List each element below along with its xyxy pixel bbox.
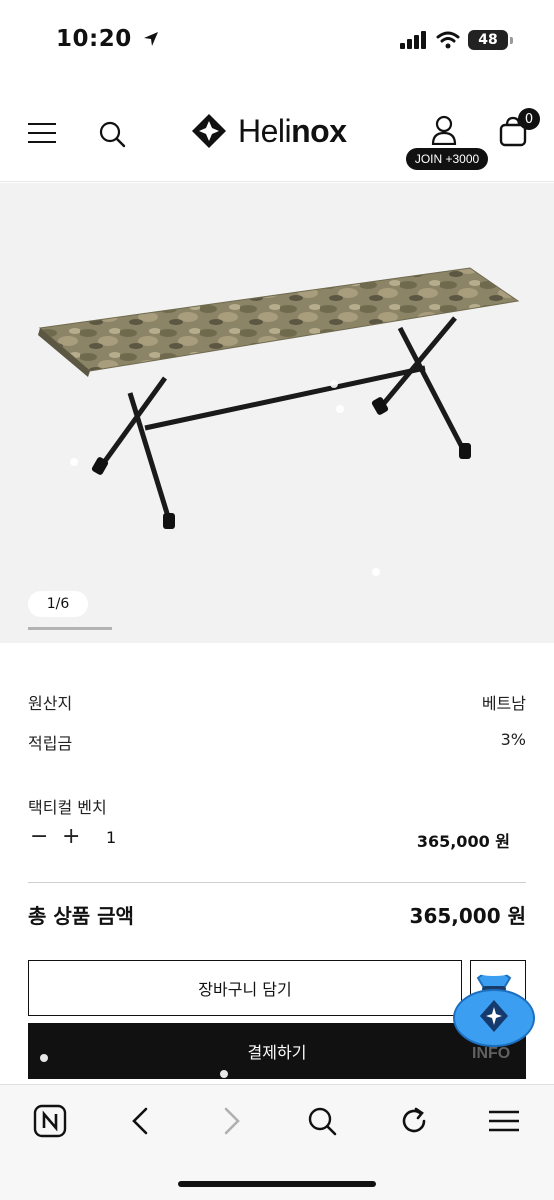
search-icon (99, 121, 126, 148)
user-icon (431, 115, 457, 145)
brand-name-bold: nox (291, 112, 347, 149)
battery-level: 48 (478, 32, 498, 48)
gallery-page-text: 1/6 (46, 596, 70, 612)
status-time-text: 10:20 (56, 26, 132, 52)
quantity-increase-button[interactable]: + (62, 826, 80, 848)
join-badge[interactable]: JOIN +3000 (406, 148, 488, 170)
money-bag-icon (453, 966, 535, 1047)
browser-search-button[interactable] (302, 1101, 342, 1141)
refresh-icon (402, 1107, 426, 1133)
option-price: 365,000 원 (416, 832, 510, 851)
brand-logo[interactable]: Helinox (190, 112, 347, 150)
total-value: 365,000 원 (409, 904, 526, 928)
forward-button[interactable] (212, 1101, 252, 1141)
status-time: 10:20 (56, 26, 160, 52)
total-label: 총 상품 금액 (28, 904, 134, 928)
refresh-button[interactable] (394, 1101, 434, 1141)
snow-dot (220, 1070, 228, 1078)
battery-indicator: 48 (468, 30, 513, 50)
snow-dot (40, 1054, 48, 1062)
section-divider (28, 882, 526, 883)
origin-row: 원산지 베트남 (28, 690, 526, 714)
snow-dot (336, 405, 344, 413)
snow-dot (372, 568, 380, 576)
option-name: 택티컬 벤치 (28, 798, 107, 817)
home-indicator[interactable] (178, 1181, 376, 1187)
gallery-page-indicator: 1/6 (28, 591, 88, 617)
naver-n-icon (33, 1104, 67, 1138)
menu-button[interactable] (26, 118, 58, 148)
quantity-decrease-button[interactable]: − (30, 826, 48, 848)
menu-icon (28, 123, 56, 143)
gallery-progress-fill (28, 627, 112, 630)
quantity-value[interactable]: 1 (106, 828, 116, 847)
menu-icon (489, 1110, 519, 1132)
snow-dot (70, 458, 78, 466)
info-label[interactable]: INFO (472, 1045, 510, 1063)
wifi-icon (436, 31, 460, 49)
gallery-progress-track (28, 627, 112, 630)
site-header: Helinox JOIN +3000 (0, 84, 554, 182)
add-to-cart-label: 장바구니 담기 (198, 980, 292, 999)
status-icons: 48 (400, 30, 513, 50)
origin-label: 원산지 (28, 694, 73, 713)
status-bar: 10:20 48 (0, 0, 554, 84)
search-button[interactable] (96, 118, 128, 150)
back-arrow-icon (132, 1107, 148, 1135)
quantity-stepper: − + 1 365,000 원 (28, 826, 526, 852)
cart-count-badge: 0 (518, 108, 540, 130)
browser-menu-button[interactable] (484, 1101, 524, 1141)
snow-dot (330, 380, 338, 388)
checkout-label: 결제하기 (247, 1043, 307, 1062)
forward-arrow-icon (224, 1107, 240, 1135)
cart-count-value: 0 (524, 111, 534, 127)
naver-home-button[interactable] (30, 1101, 70, 1141)
total-row: 총 상품 금액 365,000 원 (28, 900, 526, 929)
origin-value: 베트남 (481, 694, 526, 713)
product-image (38, 267, 520, 529)
product-gallery[interactable]: 1/6 (0, 183, 554, 643)
account-button[interactable] (428, 114, 460, 146)
reward-value: 3% (500, 730, 526, 749)
add-to-cart-button[interactable]: 장바구니 담기 (28, 960, 462, 1016)
reward-label: 적립금 (28, 734, 73, 753)
reward-row: 적립금 3% (28, 730, 526, 754)
brand-name: Helinox (238, 113, 347, 150)
helinox-logo-icon (192, 114, 226, 148)
join-badge-label: JOIN +3000 (414, 152, 480, 166)
back-button[interactable] (120, 1101, 160, 1141)
search-icon (308, 1107, 337, 1136)
location-arrow-icon (144, 32, 159, 46)
browser-toolbar (0, 1084, 554, 1200)
brand-name-light: Heli (238, 112, 292, 149)
signal-icon (400, 31, 426, 49)
